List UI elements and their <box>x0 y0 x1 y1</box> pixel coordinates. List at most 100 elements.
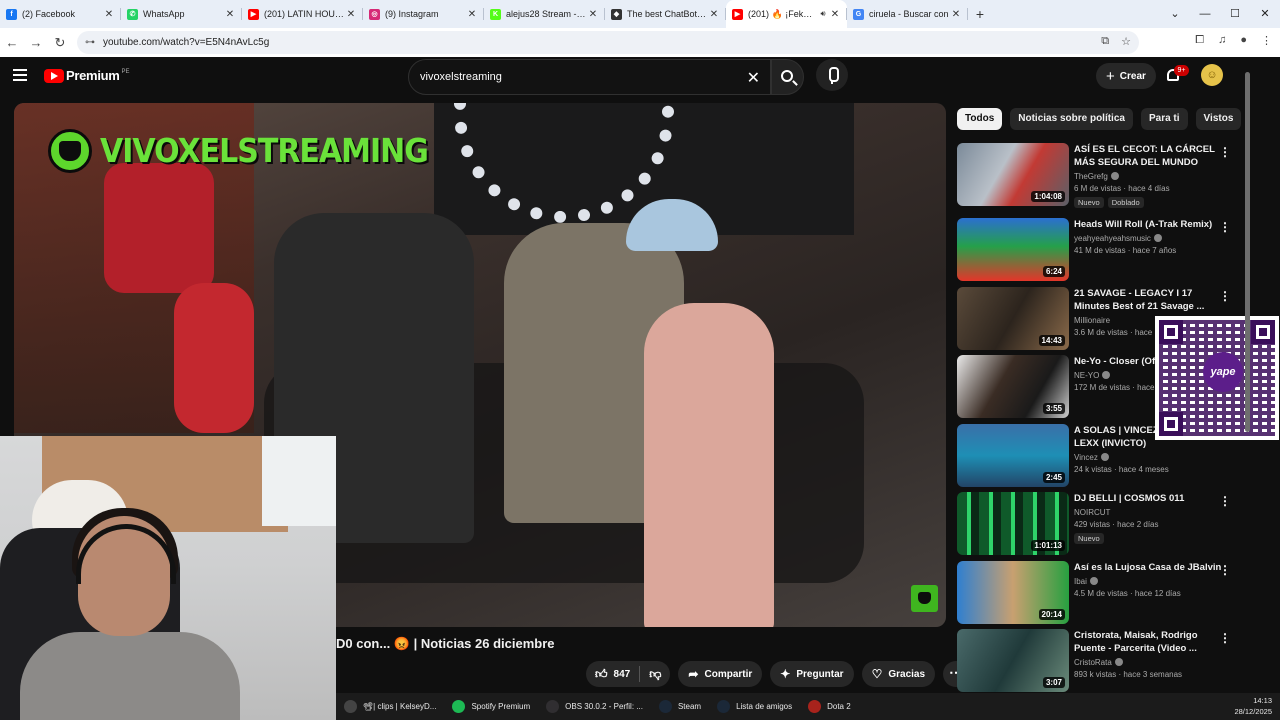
more-options-icon[interactable]: ⋮ <box>1219 494 1231 508</box>
media-control-icon[interactable]: ♫ <box>1218 34 1226 47</box>
recommended-video[interactable]: 1:04:08 ASÍ ES EL CECOT: LA CÁRCEL MÁS SE… <box>957 143 1241 209</box>
share-button[interactable]: ➦ Compartir <box>678 661 763 687</box>
filter-chip[interactable]: Todos <box>957 108 1003 130</box>
channel-name[interactable]: CristoRata <box>1074 658 1112 667</box>
more-options-icon[interactable]: ⋮ <box>1219 220 1231 234</box>
clear-search-icon[interactable]: ✕ <box>747 68 760 88</box>
tab-label: (9) Instagram <box>385 9 439 19</box>
video-title-link[interactable]: Heads Will Roll (A-Trak Remix) <box>1074 218 1224 231</box>
channel-name[interactable]: Millionaire <box>1074 316 1110 325</box>
video-thumbnail[interactable]: 1:04:08 <box>957 143 1069 206</box>
video-title-link[interactable]: DJ BELLI | COSMOS 011 <box>1074 492 1224 505</box>
maximize-button[interactable]: ☐ <box>1220 0 1250 28</box>
more-options-icon[interactable]: ⋮ <box>1219 289 1231 303</box>
tab-close-icon[interactable]: ✕ <box>587 9 599 20</box>
account-avatar[interactable]: ☺ <box>1201 64 1223 86</box>
reload-button[interactable]: ↻ <box>48 35 72 51</box>
browser-tab[interactable]: ◆ The best ChatBot an ✕ <box>605 0 726 28</box>
browser-tab[interactable]: Gciruela - Buscar con ✕ <box>847 0 968 28</box>
yape-logo: yape <box>1203 352 1243 392</box>
search-input[interactable]: vivoxelstreaming ✕ <box>408 59 771 95</box>
taskbar-item[interactable]: Dota 2 <box>800 693 859 720</box>
thanks-button[interactable]: ♡ Gracias <box>861 661 936 687</box>
video-title-link[interactable]: ASÍ ES EL CECOT: LA CÁRCEL MÁS SEGURA DE… <box>1074 143 1224 169</box>
video-thumbnail[interactable]: 3:55 <box>957 355 1069 418</box>
channel-name[interactable]: Vincez <box>1074 453 1098 462</box>
voice-search-icon[interactable] <box>816 59 848 91</box>
profile-icon[interactable]: ● <box>1240 34 1247 47</box>
browser-tab[interactable]: ◎ (9) Instagram ✕ <box>363 0 484 28</box>
tab-close-icon[interactable]: ✕ <box>708 9 720 20</box>
cast-icon[interactable]: ⧉ <box>1101 35 1109 48</box>
url-field[interactable]: ⊶ youtube.com/watch?v=E5N4nAvLc5g ⧉ ☆ <box>77 31 1139 54</box>
video-thumbnail[interactable]: 1:01:13 <box>957 492 1069 555</box>
taskbar-item[interactable]: Steam <box>651 693 709 720</box>
video-title-link[interactable]: Así es la Lujosa Casa de JBalvin <box>1074 561 1224 574</box>
youtube-logo[interactable]: Premium PE <box>44 68 130 83</box>
video-thumbnail[interactable]: 20:14 <box>957 561 1069 624</box>
tab-close-icon[interactable]: ✕ <box>829 9 841 20</box>
browser-tab[interactable]: f (2) Facebook ✕ <box>0 0 121 28</box>
video-thumbnail[interactable]: 14:43 <box>957 287 1069 350</box>
recommended-video[interactable]: 1:01:13 DJ BELLI | COSMOS 011 NOIRCUT 429 v… <box>957 492 1241 558</box>
browser-tab-strip: f (2) Facebook ✕ ✆ WhatsApp ✕ ▶ (201) LATIN HOU… <box>0 0 1280 28</box>
extensions-icon[interactable]: ⧠ <box>1195 34 1204 47</box>
video-thumbnail[interactable]: 3:07 <box>957 629 1069 692</box>
more-options-icon[interactable]: ⋮ <box>1219 631 1231 645</box>
browser-tab[interactable]: ▶ (201) LATIN HOUSE ✕ <box>242 0 363 28</box>
site-info-icon[interactable]: ⊶ <box>85 37 95 48</box>
menu-icon[interactable] <box>13 69 27 81</box>
filter-chip[interactable]: Vistos <box>1195 108 1242 130</box>
tab-audio-icon[interactable]: 🔊︎ <box>817 9 829 19</box>
tab-close-icon[interactable]: ✕ <box>103 9 115 20</box>
system-clock[interactable]: 14:13 28/12/2025 <box>1234 695 1272 717</box>
tab-search-icon[interactable]: ⌄ <box>1160 0 1190 28</box>
spotify-icon <box>452 700 466 713</box>
channel-corner-icon[interactable] <box>911 585 938 612</box>
more-options-icon[interactable]: ⋮ <box>1219 563 1231 577</box>
like-button[interactable]: 👍︎ 847 <box>586 661 639 687</box>
tab-close-icon[interactable]: ✕ <box>950 9 962 20</box>
video-thumbnail[interactable]: 2:45 <box>957 424 1069 487</box>
yape-qr-code: yape <box>1155 316 1279 440</box>
video-title-link[interactable]: 21 SAVAGE - LEGACY I 17 Minutes Best of … <box>1074 287 1224 313</box>
bookmark-star-icon[interactable]: ☆ <box>1121 35 1131 48</box>
video-thumbnail[interactable]: 6:24 <box>957 218 1069 281</box>
more-options-icon[interactable]: ⋮ <box>1219 145 1231 159</box>
create-button[interactable]: + Crear <box>1096 63 1156 89</box>
new-tab-button[interactable]: + <box>968 6 992 22</box>
browser-tab[interactable]: Kalejus28 Stream - W ✕ <box>484 0 605 28</box>
close-window-button[interactable]: ✕ <box>1250 0 1280 28</box>
channel-name[interactable]: NOIRCUT <box>1074 508 1110 517</box>
scrollbar-thumb[interactable] <box>1245 72 1250 432</box>
filter-chip[interactable]: Noticias sobre política <box>1010 108 1133 130</box>
clock-date: 28/12/2025 <box>1234 707 1272 716</box>
video-title-link[interactable]: Cristorata, Maisak, Rodrigo Puente - Par… <box>1074 629 1224 655</box>
channel-row: Vincez <box>1074 453 1224 462</box>
tab-close-icon[interactable]: ✕ <box>345 9 357 20</box>
channel-name[interactable]: NE-YO <box>1074 371 1099 380</box>
channel-name[interactable]: yeahyeahyeahsmusic <box>1074 234 1151 243</box>
recommended-video[interactable]: 6:24 Heads Will Roll (A-Trak Remix) yeahye… <box>957 218 1241 284</box>
taskbar-item[interactable]: Lista de amigos <box>709 693 800 720</box>
browser-tab[interactable]: ✆ WhatsApp ✕ <box>121 0 242 28</box>
tab-close-icon[interactable]: ✕ <box>466 9 478 20</box>
recommended-video[interactable]: 3:07 Cristorata, Maisak, Rodrigo Puente -… <box>957 629 1241 695</box>
taskbar-item[interactable]: Spotify Premium <box>444 693 538 720</box>
tab-close-icon[interactable]: ✕ <box>224 9 236 20</box>
forward-button[interactable]: → <box>24 35 48 50</box>
search-button[interactable] <box>771 59 804 95</box>
filter-chip[interactable]: Para ti <box>1140 108 1188 130</box>
page-scrollbar[interactable] <box>1244 62 1252 687</box>
ask-button[interactable]: ✦ Preguntar <box>770 661 854 687</box>
taskbar-item[interactable]: OBS 30.0.2 - Perfil: ... <box>538 693 651 720</box>
dislike-button[interactable]: 👎︎ <box>640 661 670 687</box>
minimize-button[interactable]: — <box>1190 0 1220 28</box>
taskbar-item[interactable]: 📽| clips | KelseyD... <box>336 693 444 720</box>
browser-menu-icon[interactable]: ⋮ <box>1261 34 1272 47</box>
channel-name[interactable]: TheGrefg <box>1074 172 1108 181</box>
recommended-video[interactable]: 20:14 Así es la Lujosa Casa de JBalvin Iba… <box>957 561 1241 627</box>
back-button[interactable]: ← <box>0 35 24 50</box>
channel-name[interactable]: Ibai <box>1074 577 1087 586</box>
browser-tab[interactable]: ▶ (201) 🔥 ¡Feka C 🔊︎ ✕ <box>726 0 847 28</box>
